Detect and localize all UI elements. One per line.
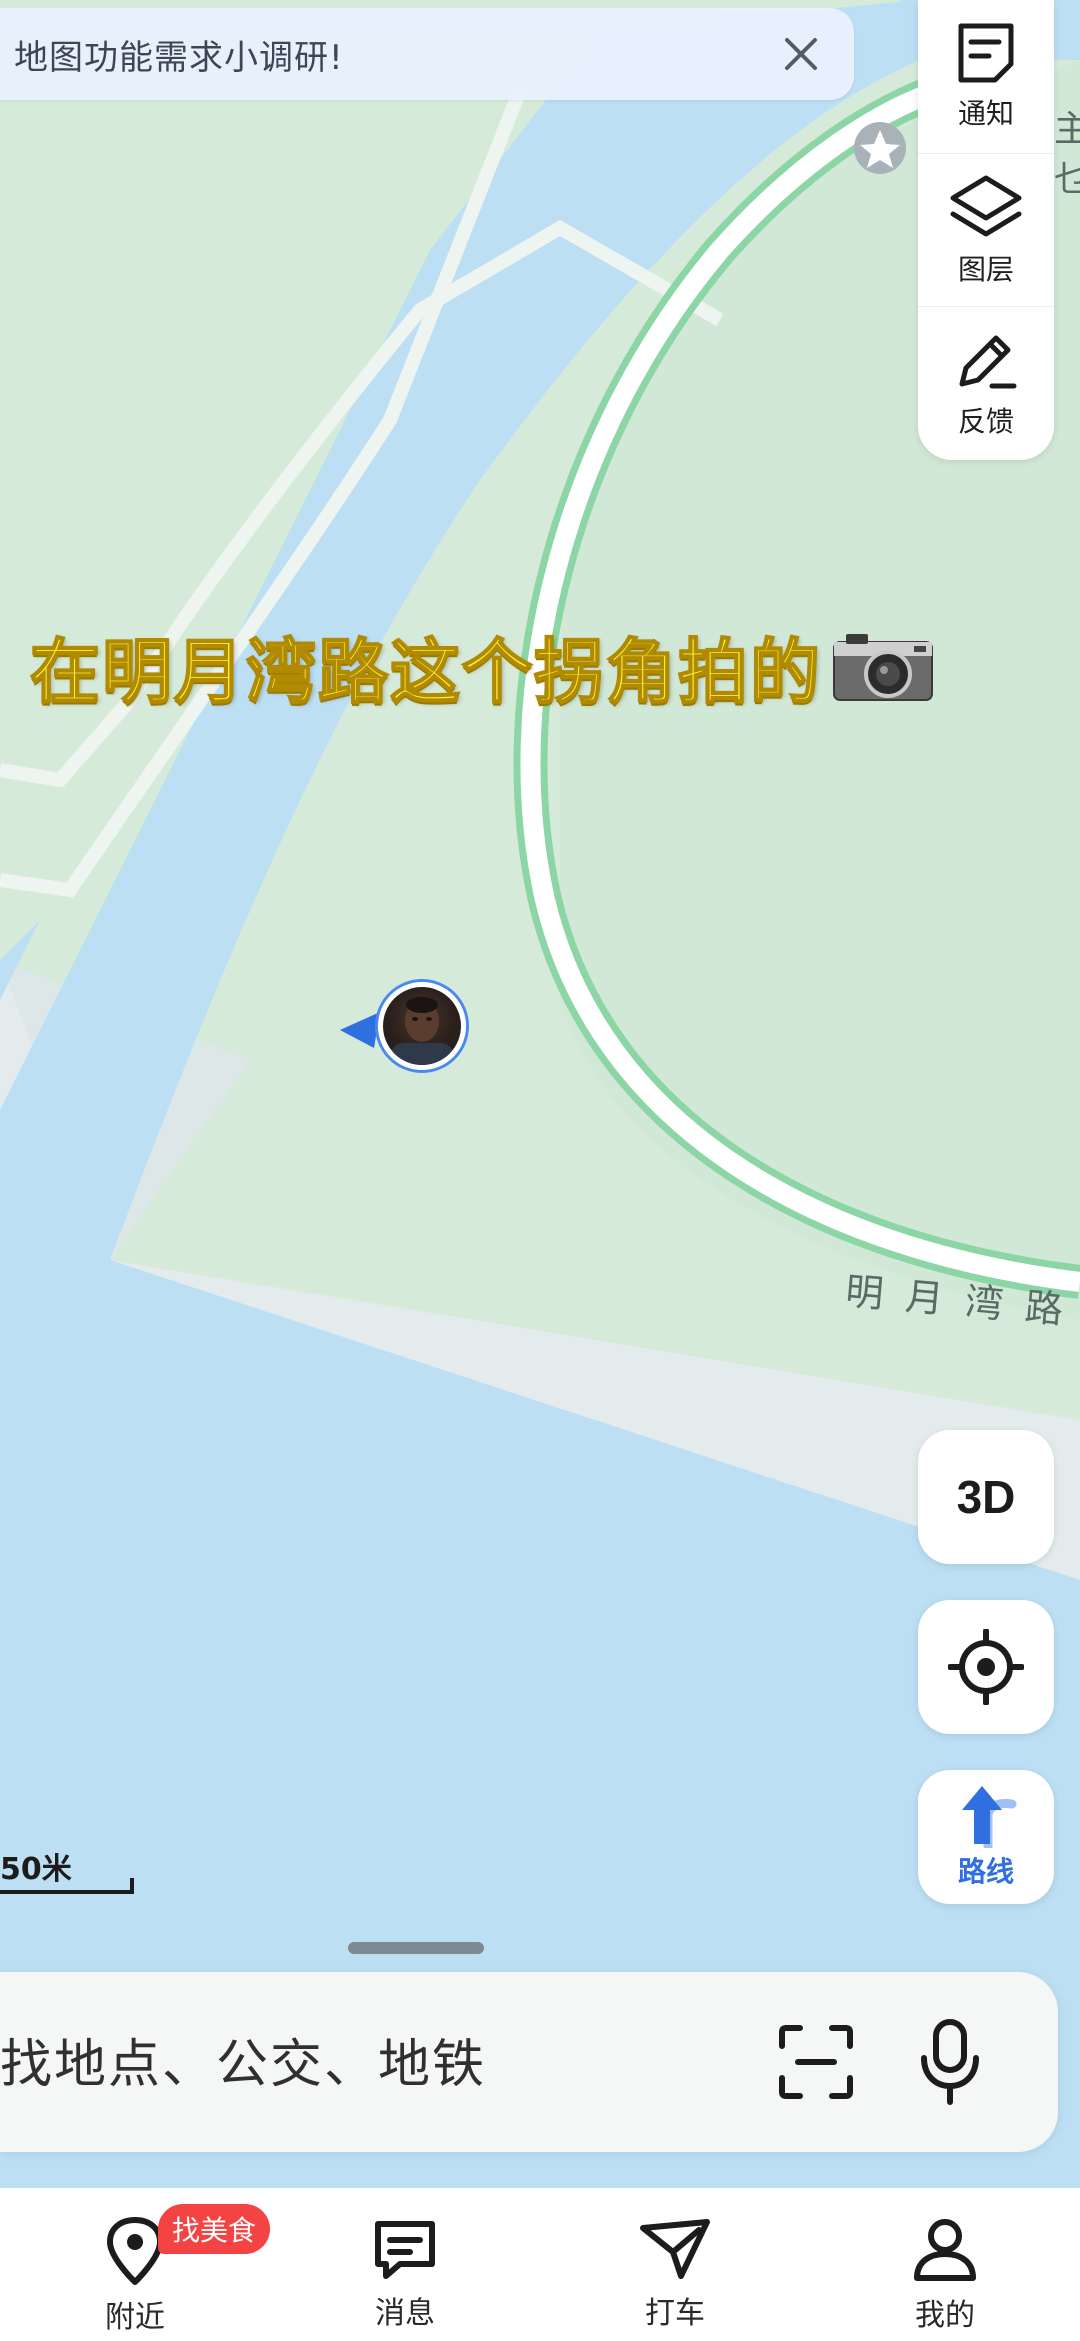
map-screen: 主 乜 明月湾路 地图功能需求小调研! 通知 图层 反馈 在明月湾路这个拐角拍的… — [0, 0, 1080, 2341]
bottom-nav: 附近 找美食 消息 打车 我的 — [0, 2188, 1080, 2341]
map-scale-bar: 50米 — [0, 1844, 136, 1904]
locate-button[interactable] — [918, 1600, 1054, 1734]
map-edge-label: 乜 — [1054, 159, 1080, 200]
nearby-pin-icon — [107, 2217, 163, 2285]
nav-label-taxi: 打车 — [645, 2296, 705, 2331]
nav-item-taxi[interactable]: 打车 — [540, 2188, 810, 2341]
search-bar: 找地点、公交、地铁 — [0, 1972, 1058, 2152]
layers-icon — [950, 175, 1022, 237]
avatar — [378, 982, 466, 1070]
feedback-label: 反馈 — [957, 404, 1014, 438]
nav-item-profile[interactable]: 我的 — [810, 2188, 1080, 2341]
map-side-toolbar: 通知 图层 反馈 — [918, 0, 1054, 460]
3d-label: 3D — [956, 1471, 1016, 1523]
search-input[interactable]: 找地点、公交、地铁 — [0, 2022, 486, 2097]
mic-icon[interactable] — [910, 2018, 990, 2106]
scan-icon[interactable] — [776, 2022, 856, 2102]
layers-button[interactable]: 图层 — [918, 152, 1054, 307]
message-icon — [375, 2221, 435, 2279]
nav-label-nearby: 附近 — [105, 2300, 165, 2335]
nav-label-messages: 消息 — [375, 2296, 435, 2331]
locate-icon — [948, 1629, 1024, 1705]
survey-banner-text[interactable]: 地图功能需求小调研! — [14, 30, 344, 79]
heading-arrow-icon — [340, 1012, 380, 1048]
scale-line — [0, 1890, 132, 1894]
3d-toggle-button[interactable]: 3D — [918, 1430, 1054, 1564]
feedback-button[interactable]: 反馈 — [918, 306, 1054, 460]
taxi-icon — [640, 2219, 710, 2279]
nav-item-messages[interactable]: 消息 — [270, 2188, 540, 2341]
close-icon[interactable] — [776, 29, 826, 79]
food-badge[interactable]: 找美食 — [158, 2204, 271, 2254]
nav-label-profile: 我的 — [915, 2298, 975, 2333]
notice-label: 通知 — [957, 97, 1014, 131]
survey-banner[interactable]: 地图功能需求小调研! — [0, 8, 854, 100]
feedback-pen-icon — [959, 335, 1017, 389]
camera-emoji — [833, 634, 933, 701]
route-arrow-icon — [962, 1786, 1017, 1848]
route-label: 路线 — [957, 1855, 1014, 1888]
user-location-marker[interactable] — [338, 982, 468, 1082]
layers-label: 图层 — [957, 253, 1014, 286]
scale-tick — [130, 1878, 134, 1894]
scale-label: 50米 — [0, 1852, 72, 1887]
profile-icon — [914, 2219, 976, 2281]
notice-icon — [958, 23, 1014, 83]
sheet-drag-handle[interactable] — [348, 1942, 484, 1954]
video-caption-overlay: 在明月湾路这个拐角拍的 — [29, 618, 934, 714]
nav-item-nearby[interactable]: 附近 找美食 — [0, 2188, 271, 2341]
notice-button[interactable]: 通知 — [918, 0, 1054, 153]
map-edge-label: 主 — [1054, 109, 1080, 150]
route-button[interactable]: 路线 — [918, 1770, 1054, 1904]
caption-text: 在明月湾路这个拐角拍的 — [29, 630, 822, 714]
